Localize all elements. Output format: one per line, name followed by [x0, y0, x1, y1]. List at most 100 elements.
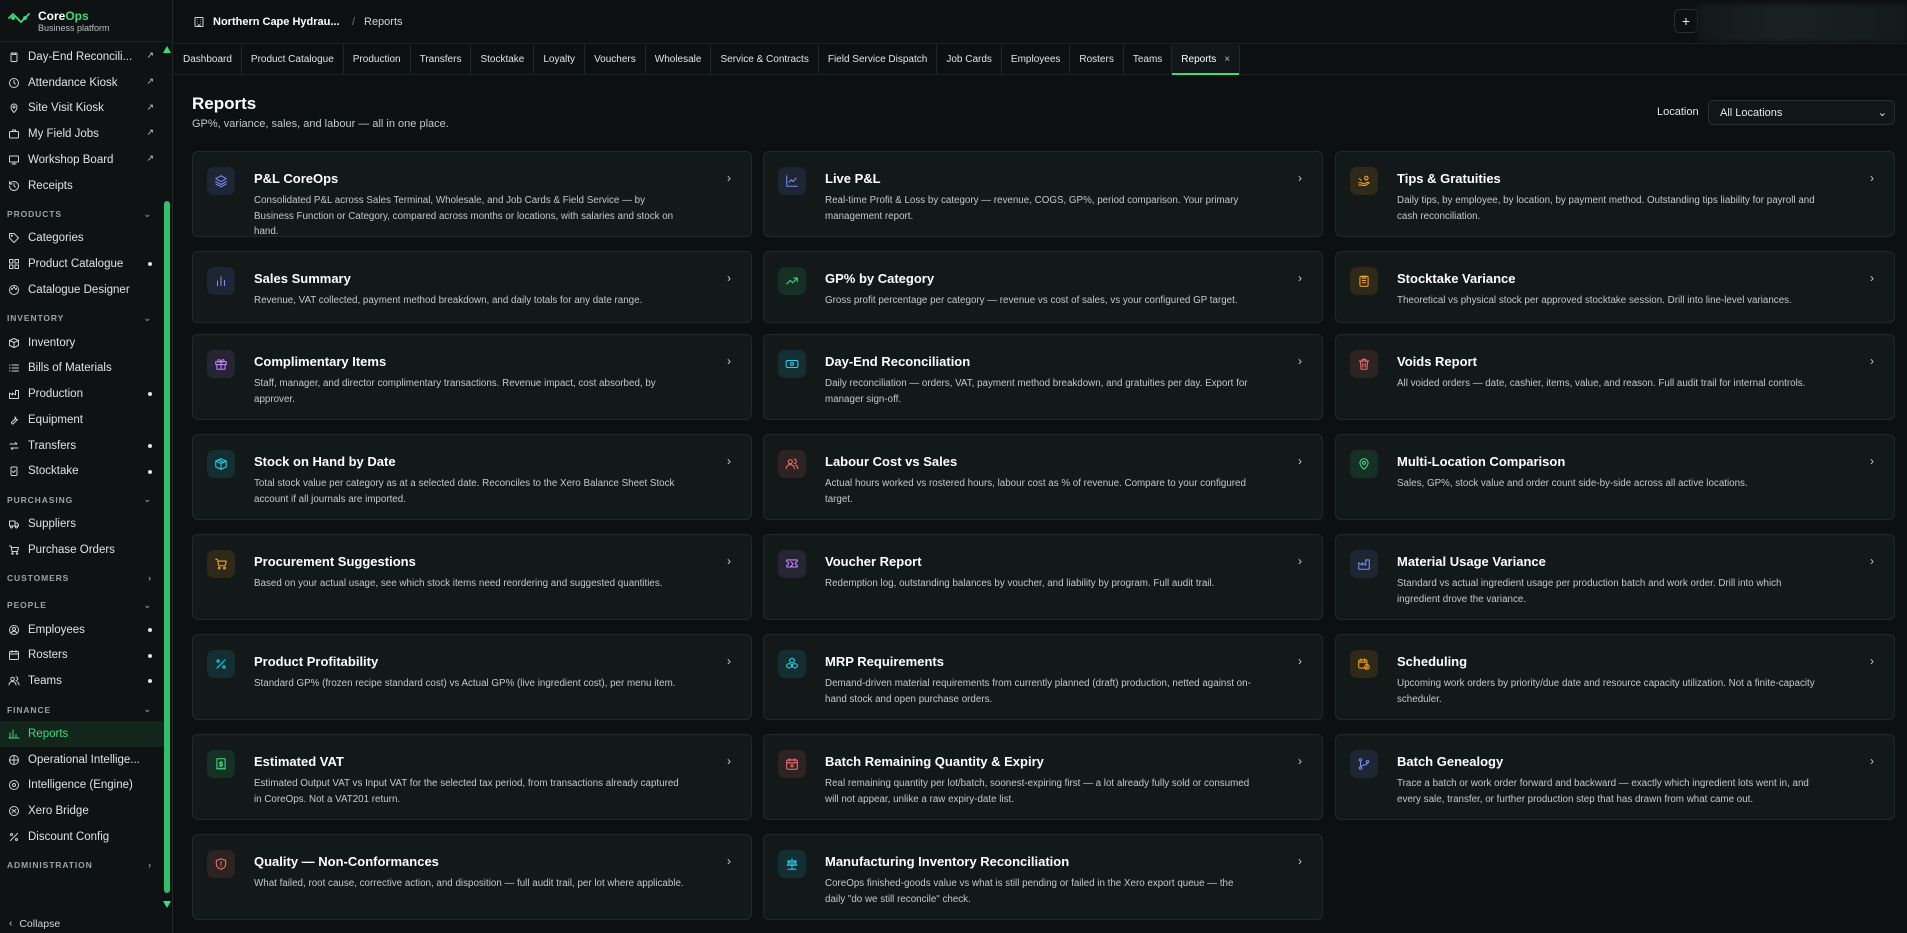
close-icon[interactable]: ×	[1224, 54, 1230, 65]
report-card-quality-non-conformances[interactable]: Quality — Non-Conformances What failed, r…	[192, 834, 752, 920]
chevron-down-icon[interactable]: ⌄	[144, 209, 152, 220]
tab-label: Field Service Dispatch	[827, 54, 928, 65]
sidebar-item-my-field-jobs[interactable]: My Field Jobs ↗	[0, 121, 164, 147]
tab-transfers[interactable]: Transfers	[411, 45, 472, 74]
sidebar-item-workshop-board[interactable]: Workshop Board ↗	[0, 147, 164, 173]
tab-stocktake[interactable]: Stocktake	[471, 45, 535, 74]
tab-reports[interactable]: Reports ×	[1172, 45, 1241, 75]
report-card-stock-on-hand-by-date[interactable]: Stock on Hand by Date Total stock value p…	[192, 434, 752, 520]
report-card-gp-by-category[interactable]: GP% by Category Gross profit percentage p…	[763, 251, 1323, 323]
sidebar-item-categories[interactable]: Categories	[0, 226, 164, 252]
chevron-right-icon[interactable]: ›	[148, 573, 152, 583]
tag-icon	[8, 232, 20, 244]
sidebar-item-transfers[interactable]: Transfers	[0, 433, 164, 459]
tab-label: Product Catalogue	[250, 54, 334, 65]
scroll-down-icon[interactable]	[163, 901, 171, 908]
sidebar-section-purchasing[interactable]: PURCHASING ⌄	[0, 488, 164, 511]
report-card-multi-location-comparison[interactable]: Multi-Location Comparison Sales, GP%, sto…	[1335, 434, 1895, 520]
sidebar-item-teams[interactable]: Teams	[0, 668, 164, 694]
sidebar-item-equipment[interactable]: Equipment	[0, 407, 164, 433]
sidebar-item-stocktake[interactable]: Stocktake	[0, 459, 164, 485]
report-card-manufacturing-inventory-reconciliation[interactable]: Manufacturing Inventory Reconciliation Co…	[763, 834, 1323, 920]
report-card-labour-cost-vs-sales[interactable]: Labour Cost vs Sales Actual hours worked …	[763, 434, 1323, 520]
external-link-icon[interactable]: ↗	[146, 50, 154, 61]
report-card-stocktake-variance[interactable]: Stocktake Variance Theoretical vs physica…	[1335, 251, 1895, 323]
sidebar-item-inventory[interactable]: Inventory	[0, 330, 164, 356]
sidebar-item-intelligence-engine[interactable]: Intelligence (Engine)	[0, 773, 164, 799]
report-card-batch-remaining-quantity-expiry[interactable]: Batch Remaining Quantity & Expiry Real re…	[763, 734, 1323, 820]
sidebar-item-reports[interactable]: Reports	[0, 721, 164, 747]
chevron-down-icon[interactable]: ⌄	[144, 600, 152, 611]
sidebar-section-inventory[interactable]: INVENTORY ⌄	[0, 307, 164, 330]
sidebar-item-day-end-reconcili[interactable]: Day-End Reconcili... ↗	[0, 44, 164, 70]
sidebar-item-attendance-kiosk[interactable]: Attendance Kiosk ↗	[0, 70, 164, 96]
scrollbar-thumb[interactable]	[164, 201, 170, 893]
sidebar-item-suppliers[interactable]: Suppliers	[0, 511, 164, 537]
report-card-estimated-vat[interactable]: Estimated VAT Estimated Output VAT vs Inp…	[192, 734, 752, 820]
external-link-icon[interactable]: ↗	[146, 127, 154, 138]
tab-service-contracts[interactable]: Service & Contracts	[711, 45, 819, 74]
chevron-down-icon[interactable]: ⌄	[144, 704, 152, 715]
external-link-icon[interactable]: ↗	[146, 76, 154, 87]
report-card-material-usage-variance[interactable]: Material Usage Variance Standard vs actua…	[1335, 534, 1895, 620]
sidebar-item-catalogue-designer[interactable]: Catalogue Designer	[0, 277, 164, 303]
sidebar-item-purchase-orders[interactable]: Purchase Orders	[0, 537, 164, 563]
tab-production[interactable]: Production	[344, 45, 411, 74]
sidebar-section-administration[interactable]: ADMINISTRATION ›	[0, 854, 164, 877]
report-card-voids-report[interactable]: Voids Report All voided orders — date, ca…	[1335, 334, 1895, 420]
tab-loyalty[interactable]: Loyalty	[534, 45, 586, 74]
chevron-right-icon: ›	[1298, 171, 1302, 185]
sidebar-item-product-catalogue[interactable]: Product Catalogue	[0, 251, 164, 277]
user-menu[interactable]	[1698, 4, 1907, 42]
sidebar-item-site-visit-kiosk[interactable]: Site Visit Kiosk ↗	[0, 96, 164, 122]
sidebar-item-discount-config[interactable]: Discount Config	[0, 824, 164, 850]
external-link-icon[interactable]: ↗	[146, 102, 154, 113]
external-link-icon[interactable]: ↗	[146, 153, 154, 164]
collapse-button[interactable]: ‹ Collapse	[0, 914, 173, 933]
location-select[interactable]: All Locations ⌄	[1708, 100, 1895, 125]
report-card-mrp-requirements[interactable]: MRP Requirements Demand-driven material r…	[763, 634, 1323, 720]
sidebar-item-xero-bridge[interactable]: Xero Bridge	[0, 798, 164, 824]
brand[interactable]: CoreOps Business platform	[0, 0, 173, 42]
sidebar-item-production[interactable]: Production	[0, 381, 164, 407]
report-card-tips-gratuities[interactable]: Tips & Gratuities Daily tips, by employee…	[1335, 151, 1895, 237]
chevron-down-icon[interactable]: ⌄	[144, 313, 152, 324]
report-card-batch-genealogy[interactable]: Batch Genealogy Trace a batch or work ord…	[1335, 734, 1895, 820]
sidebar-section-products[interactable]: PRODUCTS ⌄	[0, 203, 164, 226]
report-card-procurement-suggestions[interactable]: Procurement Suggestions Based on your act…	[192, 534, 752, 620]
sidebar-section-finance[interactable]: FINANCE ⌄	[0, 698, 164, 721]
tab-field-service-dispatch[interactable]: Field Service Dispatch	[819, 45, 938, 74]
report-card-scheduling[interactable]: Scheduling Upcoming work orders by priori…	[1335, 634, 1895, 720]
sidebar-section-customers[interactable]: CUSTOMERS ›	[0, 567, 164, 590]
report-card-sales-summary[interactable]: Sales Summary Revenue, VAT collected, pay…	[192, 251, 752, 323]
tab-product-catalogue[interactable]: Product Catalogue	[242, 45, 344, 74]
report-card-p-l-coreops[interactable]: P&L CoreOps Consolidated P&L across Sales…	[192, 151, 752, 237]
tab-rosters[interactable]: Rosters	[1070, 45, 1124, 74]
scroll-up-icon[interactable]	[163, 46, 171, 53]
report-card-day-end-reconciliation[interactable]: Day-End Reconciliation Daily reconciliati…	[763, 334, 1323, 420]
sidebar-item-receipts[interactable]: Receipts	[0, 173, 164, 199]
tab-employees[interactable]: Employees	[1002, 45, 1071, 74]
tab-dashboard[interactable]: Dashboard	[174, 45, 242, 74]
tab-wholesale[interactable]: Wholesale	[646, 45, 712, 74]
new-button[interactable]: +	[1674, 9, 1698, 33]
tab-job-cards[interactable]: Job Cards	[937, 45, 1002, 74]
chevron-right-icon[interactable]: ›	[148, 860, 152, 870]
sidebar-item-employees[interactable]: Employees	[0, 617, 164, 643]
sidebar-item-rosters[interactable]: Rosters	[0, 643, 164, 669]
report-card-live-p-l[interactable]: Live P&L Real-time Profit & Loss by categ…	[763, 151, 1323, 237]
report-card-title: Batch Remaining Quantity & Expiry	[825, 754, 1044, 769]
sidebar: CoreOps Business platform Day-End Reconc…	[0, 0, 173, 933]
sidebar-item-bills-of-materials[interactable]: Bills of Materials	[0, 356, 164, 382]
chevron-down-icon[interactable]: ⌄	[144, 494, 152, 505]
top-bar: Northern Cape Hydrau... / Reports +	[174, 0, 1907, 44]
report-card-complimentary-items[interactable]: Complimentary Items Staff, manager, and d…	[192, 334, 752, 420]
org-name[interactable]: Northern Cape Hydrau...	[213, 16, 340, 28]
sidebar-scrollbar[interactable]	[163, 46, 171, 908]
report-card-product-profitability[interactable]: Product Profitability Standard GP% (froze…	[192, 634, 752, 720]
tab-vouchers[interactable]: Vouchers	[585, 45, 646, 74]
sidebar-section-people[interactable]: PEOPLE ⌄	[0, 594, 164, 617]
report-card-voucher-report[interactable]: Voucher Report Redemption log, outstandin…	[763, 534, 1323, 620]
tab-teams[interactable]: Teams	[1124, 45, 1173, 74]
sidebar-item-operational-intellige[interactable]: Operational Intellige...	[0, 747, 164, 773]
